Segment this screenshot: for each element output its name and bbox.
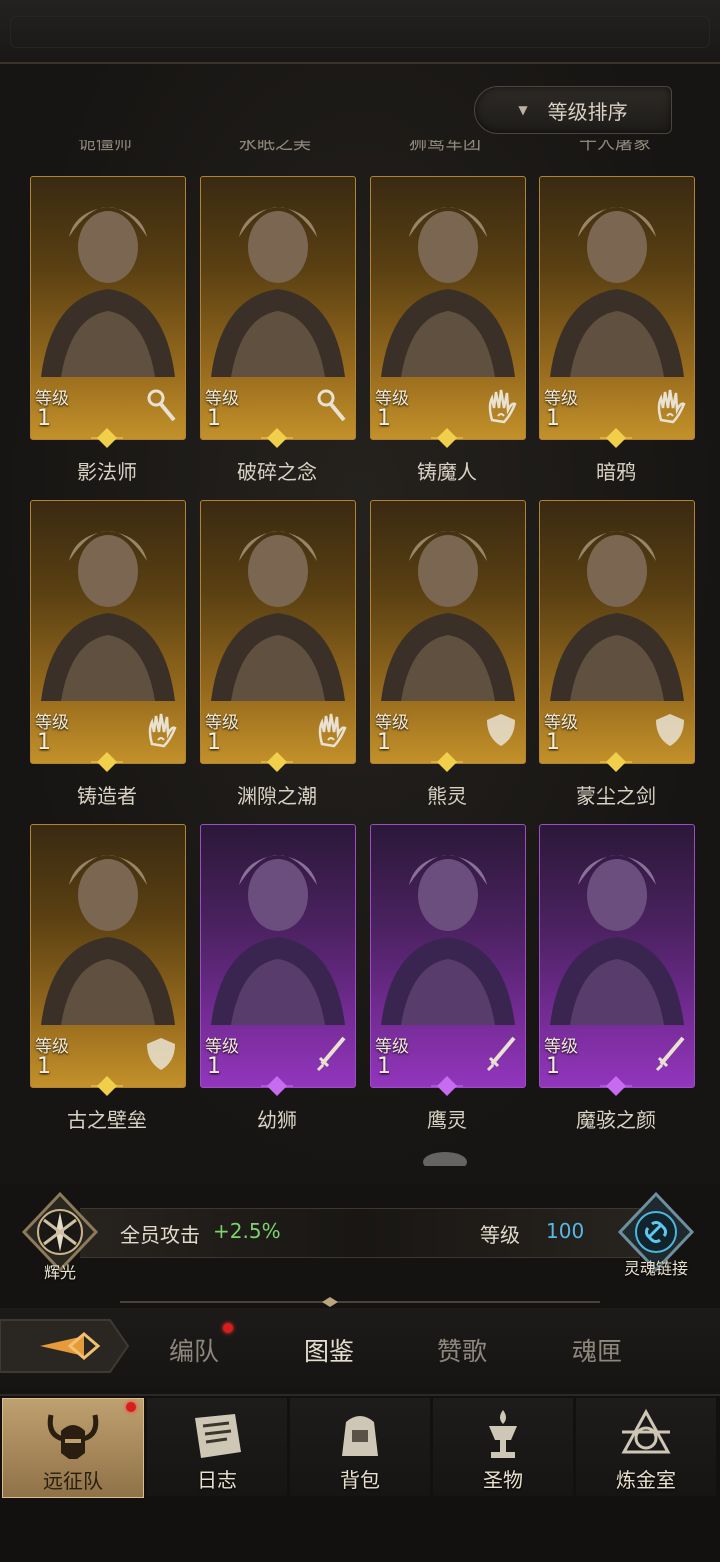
hero-card[interactable]: 等级 1 影法师 [30, 176, 186, 484]
bag-icon [342, 1416, 378, 1456]
hero-card[interactable]: 等级 1 古之壁垒 [30, 824, 186, 1132]
soul-link-label: 灵魂链接 [623, 1259, 688, 1278]
nav-backpack[interactable]: 背包 [290, 1398, 430, 1496]
level-value: 1 [207, 1054, 221, 1079]
notification-badge [126, 1402, 136, 1412]
hero-card[interactable]: 等级 1 渊隙之潮 [200, 500, 356, 808]
nav-alchemy[interactable]: 炼金室 [576, 1398, 716, 1496]
nav-label: 背包 [340, 1468, 380, 1492]
shield-icon [487, 714, 515, 746]
back-button[interactable] [0, 1316, 130, 1376]
hero-name: 影法师 [77, 460, 137, 484]
hero-card[interactable]: 等级 1 熊灵 [370, 500, 526, 808]
rarity-gem-icon [431, 1076, 463, 1096]
hero-name: 铸魔人 [417, 460, 477, 484]
radiance-label: 辉光 [43, 1263, 76, 1282]
rarity-gem-icon [91, 752, 123, 772]
back-arrow-icon [0, 1319, 130, 1373]
level-value: 1 [546, 1054, 560, 1079]
rarity-gem-icon [600, 428, 632, 448]
nav-label: 远征队 [43, 1469, 103, 1493]
nav-journal[interactable]: 日志 [147, 1398, 287, 1496]
tab-formation[interactable]: 编队 [169, 1332, 219, 1368]
tab-hymns[interactable]: 赞歌 [437, 1332, 487, 1368]
dropdown-arrow-icon: ▼ [518, 103, 528, 117]
palm-icon [318, 713, 347, 748]
level-value: 1 [37, 406, 51, 431]
alchemy-icon [621, 1408, 671, 1454]
staff-icon [147, 389, 176, 422]
rarity-gem-icon [261, 1076, 293, 1096]
soul-level-label: 等级 [480, 1223, 520, 1247]
nav-label: 圣物 [483, 1468, 523, 1492]
sword-icon [655, 1036, 685, 1072]
rarity-gem-icon [261, 428, 293, 448]
hero-card[interactable]: 等级 1 魔骇之颜 [539, 824, 695, 1132]
rarity-gem-icon [600, 1076, 632, 1096]
partial-hero-name: 狮鹫军团 [409, 140, 481, 154]
team-attack-label: 全员攻击 [120, 1223, 200, 1247]
hero-card[interactable]: 等级 1 破碎之念 [200, 176, 356, 484]
rarity-gem-icon [600, 752, 632, 772]
hero-card[interactable]: 等级 1 暗鸦 [539, 176, 695, 484]
sword-icon [486, 1036, 516, 1072]
hero-name: 破碎之念 [237, 460, 317, 484]
chalice-icon [489, 1410, 517, 1458]
hero-name: 蒙尘之剑 [576, 784, 656, 808]
level-value: 1 [207, 730, 221, 755]
hero-name: 魔骇之颜 [576, 1108, 656, 1132]
top-frame [0, 0, 720, 64]
level-value: 1 [37, 1054, 51, 1079]
section-divider [120, 1297, 600, 1307]
hero-name: 铸造者 [77, 784, 137, 808]
hero-name: 渊隙之潮 [237, 784, 317, 808]
shield-icon [656, 714, 684, 746]
nav-label: 炼金室 [616, 1468, 676, 1492]
notification-badge [223, 1323, 233, 1333]
team-attack-value: +2.5% [213, 1219, 281, 1243]
level-value: 1 [377, 406, 391, 431]
next-row-hint [423, 1152, 467, 1166]
level-value: 1 [546, 730, 560, 755]
palm-icon [148, 713, 177, 748]
nav-relics[interactable]: 圣物 [433, 1398, 573, 1496]
sword-icon [316, 1036, 346, 1072]
shield-icon [147, 1038, 175, 1070]
partial-hero-name: 千人屠象 [579, 140, 651, 154]
scroll-icon [195, 1414, 241, 1458]
hero-name: 暗鸦 [596, 460, 636, 484]
partial-hero-name: 永眠之美 [239, 140, 311, 154]
level-value: 1 [37, 730, 51, 755]
hero-card[interactable]: 等级 1 鹰灵 [370, 824, 526, 1132]
palm-icon [657, 389, 686, 424]
tab-soul-box[interactable]: 魂匣 [572, 1332, 622, 1368]
hero-card[interactable]: 等级 1 幼狮 [200, 824, 356, 1132]
rarity-gem-icon [91, 428, 123, 448]
rarity-gem-icon [431, 428, 463, 448]
level-value: 1 [546, 406, 560, 431]
nav-expedition[interactable]: 远征队 [2, 1398, 144, 1498]
partial-hero-name: 诡僵师 [78, 140, 132, 154]
nav-label: 日志 [197, 1468, 237, 1492]
rarity-gem-icon [431, 752, 463, 772]
tab-codex[interactable]: 图鉴 [304, 1332, 354, 1368]
hero-name: 熊灵 [427, 784, 467, 808]
hero-card[interactable]: 等级 1 铸造者 [30, 500, 186, 808]
soul-level-value: 100 [546, 1219, 585, 1243]
sort-by-level-button[interactable]: ▼ 等级排序 [474, 86, 672, 134]
hero-name: 鹰灵 [427, 1108, 467, 1132]
level-value: 1 [207, 406, 221, 431]
rarity-gem-icon [261, 752, 293, 772]
level-value: 1 [377, 1054, 391, 1079]
hero-name: 古之壁垒 [67, 1108, 147, 1132]
sort-button-label: 等级排序 [547, 99, 628, 124]
rarity-gem-icon [91, 1076, 123, 1096]
hero-card[interactable]: 等级 1 铸魔人 [370, 176, 526, 484]
hero-name: 幼狮 [257, 1108, 297, 1132]
horned-helmet-icon [47, 1414, 99, 1459]
palm-icon [488, 389, 517, 424]
level-value: 1 [377, 730, 391, 755]
hero-card[interactable]: 等级 1 蒙尘之剑 [539, 500, 695, 808]
staff-icon [317, 389, 346, 422]
